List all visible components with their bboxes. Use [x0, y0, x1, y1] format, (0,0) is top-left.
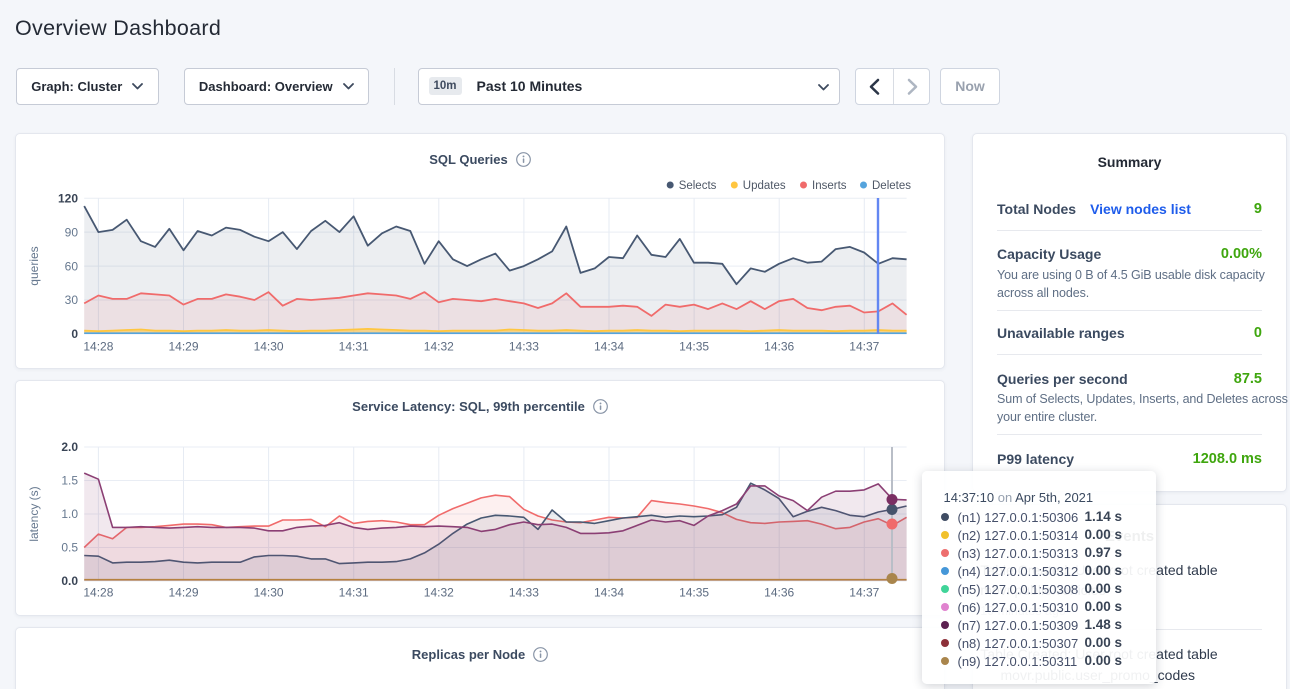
- svg-text:14:35: 14:35: [679, 586, 709, 600]
- svg-text:14:31: 14:31: [339, 340, 369, 354]
- svg-text:1.0: 1.0: [61, 507, 78, 521]
- svg-text:120: 120: [58, 191, 78, 205]
- svg-text:14:37: 14:37: [849, 586, 879, 600]
- svg-text:30: 30: [65, 293, 79, 307]
- svg-text:14:32: 14:32: [424, 586, 454, 600]
- svg-text:14:32: 14:32: [424, 340, 454, 354]
- svg-text:Selects: Selects: [679, 180, 717, 192]
- svg-text:90: 90: [65, 225, 79, 239]
- svg-text:14:35: 14:35: [679, 340, 709, 354]
- svg-text:14:34: 14:34: [594, 586, 624, 600]
- svg-text:0: 0: [71, 327, 78, 341]
- svg-text:Inserts: Inserts: [812, 180, 847, 192]
- svg-text:Updates: Updates: [743, 180, 786, 192]
- svg-text:14:33: 14:33: [509, 340, 539, 354]
- svg-text:latency (s): latency (s): [27, 486, 41, 541]
- svg-text:14:29: 14:29: [168, 340, 198, 354]
- svg-text:0.5: 0.5: [61, 541, 78, 555]
- svg-text:14:36: 14:36: [764, 586, 794, 600]
- svg-text:14:34: 14:34: [594, 340, 624, 354]
- svg-text:60: 60: [65, 259, 79, 273]
- svg-text:14:29: 14:29: [168, 586, 198, 600]
- svg-text:14:28: 14:28: [83, 586, 113, 600]
- svg-text:14:31: 14:31: [339, 586, 369, 600]
- svg-text:14:33: 14:33: [509, 586, 539, 600]
- svg-text:Deletes: Deletes: [872, 180, 911, 192]
- svg-text:1.5: 1.5: [61, 474, 78, 488]
- svg-text:14:30: 14:30: [254, 586, 284, 600]
- svg-text:14:28: 14:28: [83, 340, 113, 354]
- svg-text:14:30: 14:30: [254, 340, 284, 354]
- svg-text:queries: queries: [27, 246, 41, 285]
- svg-text:0.0: 0.0: [61, 574, 78, 588]
- svg-text:14:36: 14:36: [764, 340, 794, 354]
- svg-text:2.0: 2.0: [61, 440, 78, 454]
- svg-text:14:37: 14:37: [849, 340, 879, 354]
